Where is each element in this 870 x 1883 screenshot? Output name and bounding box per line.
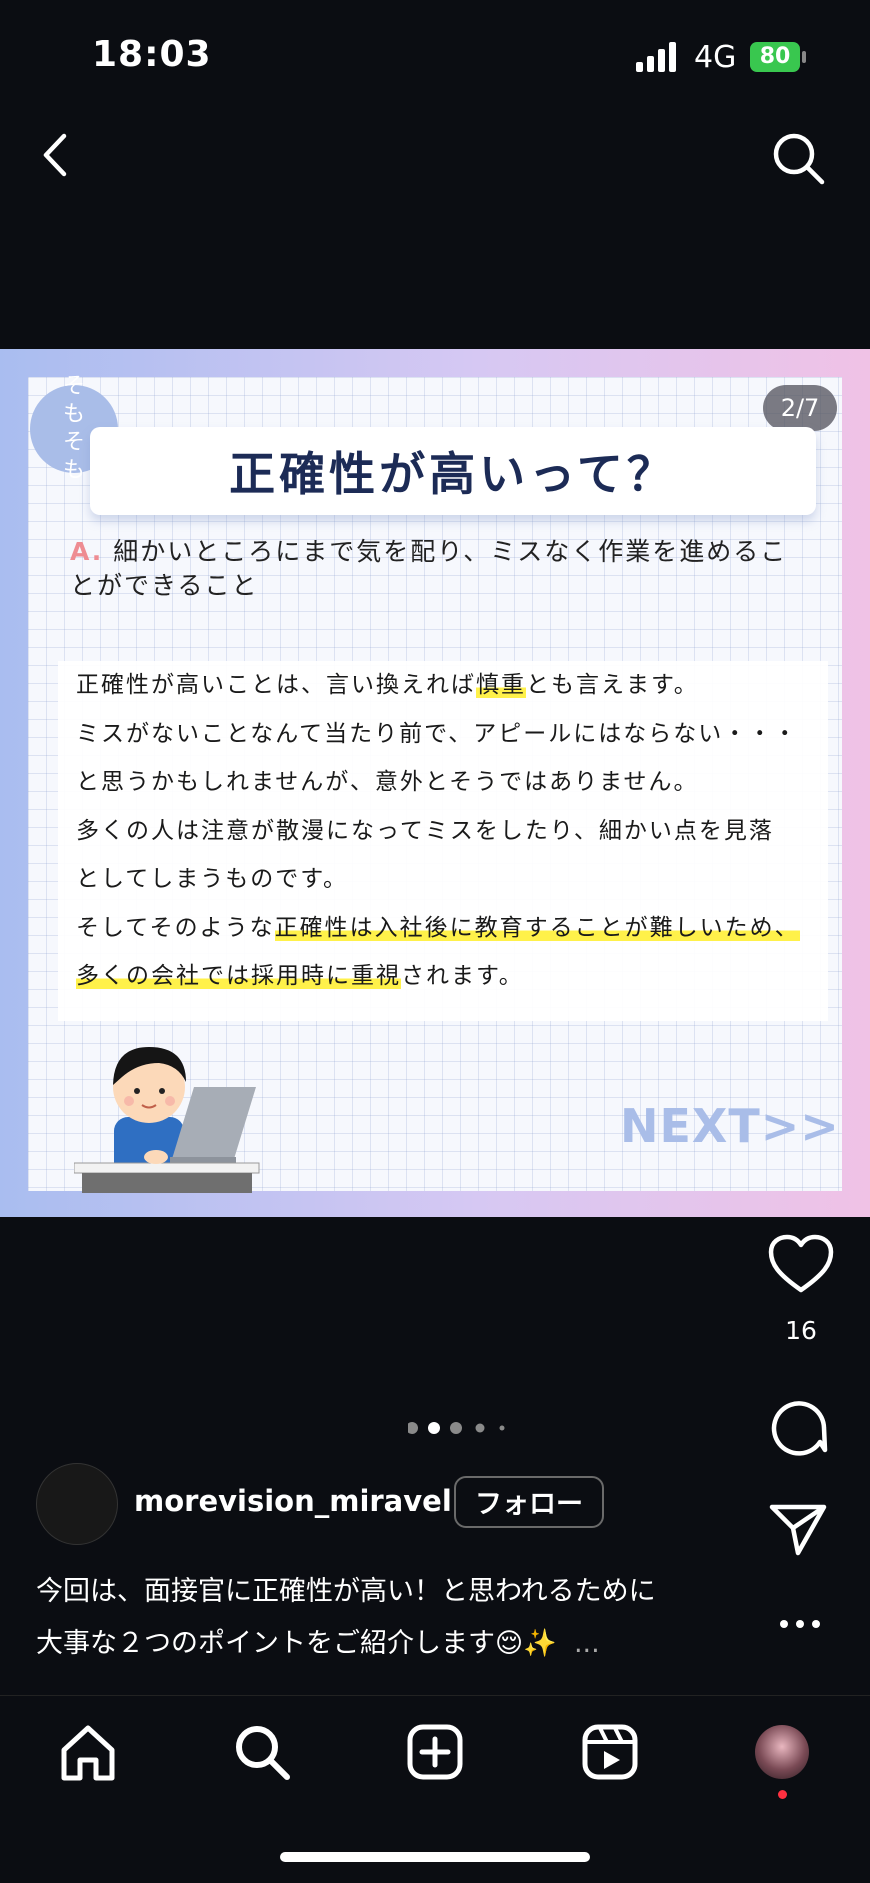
body-line-3: と思うかもしれませんが、意外とそうではありません。	[76, 769, 699, 795]
signal-icon	[636, 42, 676, 72]
back-chevron-icon[interactable]	[36, 130, 76, 180]
like-count: 16	[785, 1316, 817, 1345]
notification-dot	[778, 1790, 787, 1799]
battery-level: 80	[759, 44, 791, 69]
slide-title: 正確性が高いって？	[229, 447, 677, 501]
battery-icon: 80	[750, 42, 800, 72]
slide-title-box: 正確性が高いって？	[90, 427, 816, 515]
profile-avatar[interactable]	[36, 1463, 118, 1545]
answer-body: 細かいところにまで気を配り、ミスなく作業を進めることができること	[70, 537, 788, 600]
body-line-1: 正確性が高いことは、言い換えれば慎重とも言えます。	[76, 672, 699, 698]
battery-cap	[802, 51, 806, 63]
caption-more[interactable]: ...	[574, 1628, 600, 1659]
post-image[interactable]: そもそも 2/7 正確性が高いって？ A. 細かいところにまで気を配り、ミスなく…	[0, 349, 870, 1217]
network-label: 4G	[694, 40, 737, 75]
body-line-4: 多くの人は注意が散漫になってミスをしたり、細かい点を見落	[76, 817, 774, 844]
body-line-5: としてしまうものです。	[76, 866, 349, 892]
body-line-6: そしてそのような正確性は入社後に教育することが難しいため、	[76, 914, 800, 941]
comment-icon[interactable]	[768, 1396, 828, 1456]
search-icon[interactable]	[770, 130, 826, 186]
caption-line-1: 今回は、面接官に正確性が高い！と思われるために	[36, 1576, 656, 1607]
username[interactable]: morevision_miravel	[134, 1484, 452, 1518]
caption-line-2: 大事な２つのポイントをご紹介します😌✨ ...	[36, 1628, 600, 1659]
reels-icon[interactable]	[580, 1722, 640, 1782]
post-caption[interactable]: 今回は、面接官に正確性が高い！と思われるために 大事な２つのポイントをご紹介しま…	[36, 1566, 816, 1670]
answer-mark: A.	[70, 537, 104, 566]
status-time: 18:03	[92, 34, 212, 75]
slide-counter: 2/7	[763, 385, 837, 431]
next-label: NEXT>>	[620, 1099, 840, 1153]
create-post-icon[interactable]	[405, 1722, 465, 1782]
home-indicator[interactable]	[280, 1852, 590, 1862]
body-line-2: ミスがないことなんて当たり前で、アピールにはならない・・・	[76, 720, 799, 747]
slide-card: そもそも 2/7 正確性が高いって？ A. 細かいところにまで気を配り、ミスなく…	[28, 374, 842, 1193]
answer-text: A. 細かいところにまで気を配り、ミスなく作業を進めることができること	[70, 535, 800, 603]
heart-icon[interactable]	[768, 1234, 834, 1296]
share-icon[interactable]	[768, 1502, 828, 1558]
profile-tab-avatar[interactable]	[755, 1725, 809, 1779]
explanation-box: 正確性が高いことは、言い換えれば慎重とも言えます。 ミスがないことなんて当たり前…	[58, 661, 828, 1021]
person-laptop-illustration	[74, 1047, 260, 1193]
home-icon[interactable]	[58, 1722, 118, 1782]
body-line-7: 多くの会社では採用時に重視されます。	[76, 963, 524, 989]
search-tab-icon[interactable]	[232, 1722, 292, 1782]
carousel-indicator	[408, 1422, 505, 1434]
follow-button[interactable]: フォロー	[454, 1476, 604, 1528]
